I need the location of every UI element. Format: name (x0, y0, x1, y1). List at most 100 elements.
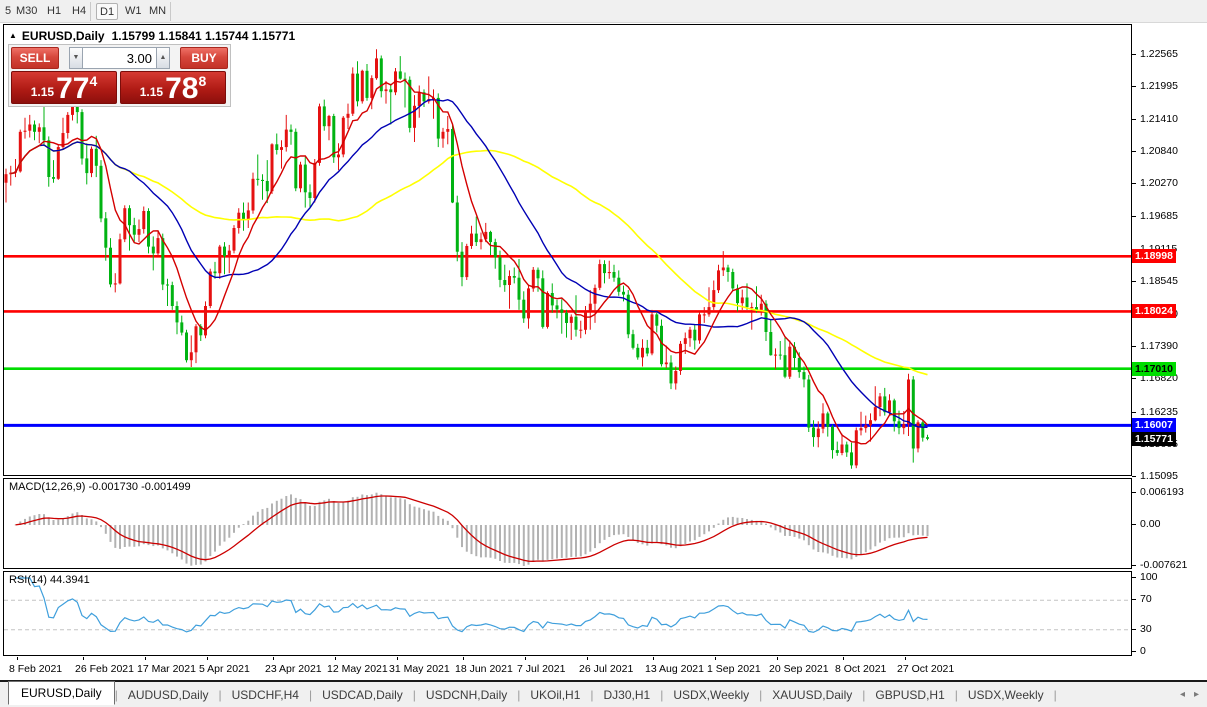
sell-price-figure: 1.15 (31, 85, 54, 99)
axis-tick: 0 (1132, 645, 1146, 657)
tab-xauusd-daily[interactable]: XAUUSD,Daily (762, 685, 862, 705)
buy-price-figure: 1.15 (140, 85, 163, 99)
timeframe-button-h4[interactable]: H4 (69, 3, 89, 20)
date-tick (777, 657, 778, 660)
timeframe-toolbar: 5M30H1H4D1W1MN (0, 0, 1207, 23)
rsi-label: RSI(14) 44.3941 (9, 574, 90, 586)
price-line-label: 1.16007 (1132, 418, 1176, 432)
date-label: 12 May 2021 (327, 663, 388, 675)
axis-tick: 0.00 (1132, 518, 1160, 530)
tab-usdx-weekly[interactable]: USDX,Weekly (663, 685, 759, 705)
date-label: 7 Jul 2021 (517, 663, 565, 675)
sell-price-pips: 77 (56, 74, 89, 103)
axis-tick: 1.18545 (1132, 275, 1178, 287)
date-label: 31 May 2021 (389, 663, 450, 675)
tab-usdcnh-daily[interactable]: USDCNH,Daily (416, 685, 517, 705)
volume-decrease-button[interactable]: ▼ (69, 47, 83, 69)
date-tick (207, 657, 208, 660)
axis-tick: 1.15095 (1132, 470, 1178, 482)
buy-price-pips: 78 (165, 74, 198, 103)
date-label: 13 Aug 2021 (645, 663, 704, 675)
sell-price-tile[interactable]: 1.15 77 4 (11, 71, 117, 104)
axis-tick: 1.21410 (1132, 113, 1178, 125)
price-axis[interactable]: 1.22565 1.21995 1.21410 1.20840 1.20270 1.196… (1132, 0, 1207, 680)
date-label: 8 Feb 2021 (9, 663, 62, 675)
date-tick (525, 657, 526, 660)
axis-tick: 1.19685 (1132, 210, 1178, 222)
tab-usdcad-daily[interactable]: USDCAD,Daily (312, 685, 413, 705)
sell-price-point: 4 (89, 73, 97, 89)
timeframe-button-w1[interactable]: W1 (122, 3, 145, 20)
timeframe-button-d1[interactable]: D1 (96, 3, 118, 20)
date-label: 8 Oct 2021 (835, 663, 886, 675)
axis-tick: 30 (1132, 623, 1152, 635)
tab-scroll-left-button[interactable]: ◂ (1180, 689, 1185, 700)
price-line-label: 1.15771 (1132, 432, 1176, 446)
date-label: 18 Jun 2021 (455, 663, 513, 675)
timeframe-button-h1[interactable]: H1 (44, 3, 64, 20)
tab-ukoil-h1[interactable]: UKOil,H1 (520, 685, 590, 705)
tab-separator: | (1054, 688, 1057, 702)
date-tick (273, 657, 274, 660)
date-label: 27 Oct 2021 (897, 663, 954, 675)
chart-tab-bar: EURUSD,Daily|AUDUSD,Daily|USDCHF,H4|USDC… (0, 680, 1207, 707)
rsi-line (16, 578, 928, 632)
axis-tick: 1.20270 (1132, 177, 1178, 189)
axis-tick: 0.006193 (1132, 486, 1184, 498)
sell-button[interactable]: SELL (11, 47, 59, 69)
rsi-indicator-panel: RSI(14) 44.3941 (3, 571, 1132, 656)
timeframe-button-mn[interactable]: MN (146, 3, 169, 20)
buy-price-point: 8 (198, 73, 206, 89)
date-tick (587, 657, 588, 660)
date-tick (145, 657, 146, 660)
toolbar-separator (90, 2, 91, 21)
tab-usdx-weekly[interactable]: USDX,Weekly (958, 685, 1054, 705)
tab-dj30-h1[interactable]: DJ30,H1 (594, 685, 661, 705)
macd-label: MACD(12,26,9) -0.001730 -0.001499 (9, 481, 191, 493)
date-tick (843, 657, 844, 660)
date-label: 26 Jul 2021 (579, 663, 633, 675)
date-tick (397, 657, 398, 660)
date-axis[interactable]: 8 Feb 2021 26 Feb 202117 Mar 20215 Apr 20… (0, 657, 1131, 680)
date-tick (653, 657, 654, 660)
symbol-period-label: EURUSD,Daily (22, 29, 105, 43)
date-label: 17 Mar 2021 (137, 663, 196, 675)
volume-increase-button[interactable]: ▲ (156, 47, 170, 69)
axis-tick: 1.20840 (1132, 145, 1178, 157)
axis-tick: 1.21995 (1132, 80, 1178, 92)
macd-indicator-panel: MACD(12,26,9) -0.001730 -0.001499 (3, 478, 1132, 569)
ma-fast-line (11, 80, 928, 444)
tab-scroll-right-button[interactable]: ▸ (1194, 689, 1199, 700)
volume-input[interactable] (83, 47, 156, 69)
axis-tick: 1.22565 (1132, 48, 1178, 60)
tab-gbpusd-h1[interactable]: GBPUSD,H1 (865, 685, 954, 705)
date-label: 23 Apr 2021 (265, 663, 322, 675)
tab-eurusd-daily[interactable]: EURUSD,Daily (8, 681, 115, 705)
date-label: 26 Feb 2021 (75, 663, 134, 675)
tab-audusd-daily[interactable]: AUDUSD,Daily (118, 685, 219, 705)
axis-tick: 1.16235 (1132, 406, 1178, 418)
date-label: 5 Apr 2021 (199, 663, 250, 675)
price-line-label: 1.18998 (1132, 249, 1176, 263)
date-tick (715, 657, 716, 660)
axis-tick: 1.17390 (1132, 340, 1178, 352)
date-tick (463, 657, 464, 660)
one-click-trade-panel: SELL ▼ ▲ BUY 1.15 77 4 1.15 78 8 (8, 44, 231, 107)
date-tick (905, 657, 906, 660)
date-tick (17, 657, 18, 660)
chart-title: ▲ EURUSD,Daily 1.15799 1.15841 1.15744 1.1… (9, 29, 295, 43)
collapse-quotes-icon[interactable]: ▲ (9, 31, 17, 40)
date-tick (335, 657, 336, 660)
axis-tick: -0.007621 (1132, 559, 1187, 571)
axis-tick: 100 (1132, 571, 1158, 583)
date-tick (83, 657, 84, 660)
buy-button[interactable]: BUY (180, 47, 228, 69)
toolbar-separator (170, 2, 171, 21)
axis-tick: 70 (1132, 593, 1152, 605)
date-label: 20 Sep 2021 (769, 663, 829, 675)
rsi-chart (4, 572, 1131, 655)
timeframe-button-m30[interactable]: M30 (13, 3, 40, 20)
tab-usdchf-h4[interactable]: USDCHF,H4 (222, 685, 309, 705)
buy-price-tile[interactable]: 1.15 78 8 (120, 71, 226, 104)
ohlc-values: 1.15799 1.15841 1.15744 1.15771 (112, 29, 296, 43)
